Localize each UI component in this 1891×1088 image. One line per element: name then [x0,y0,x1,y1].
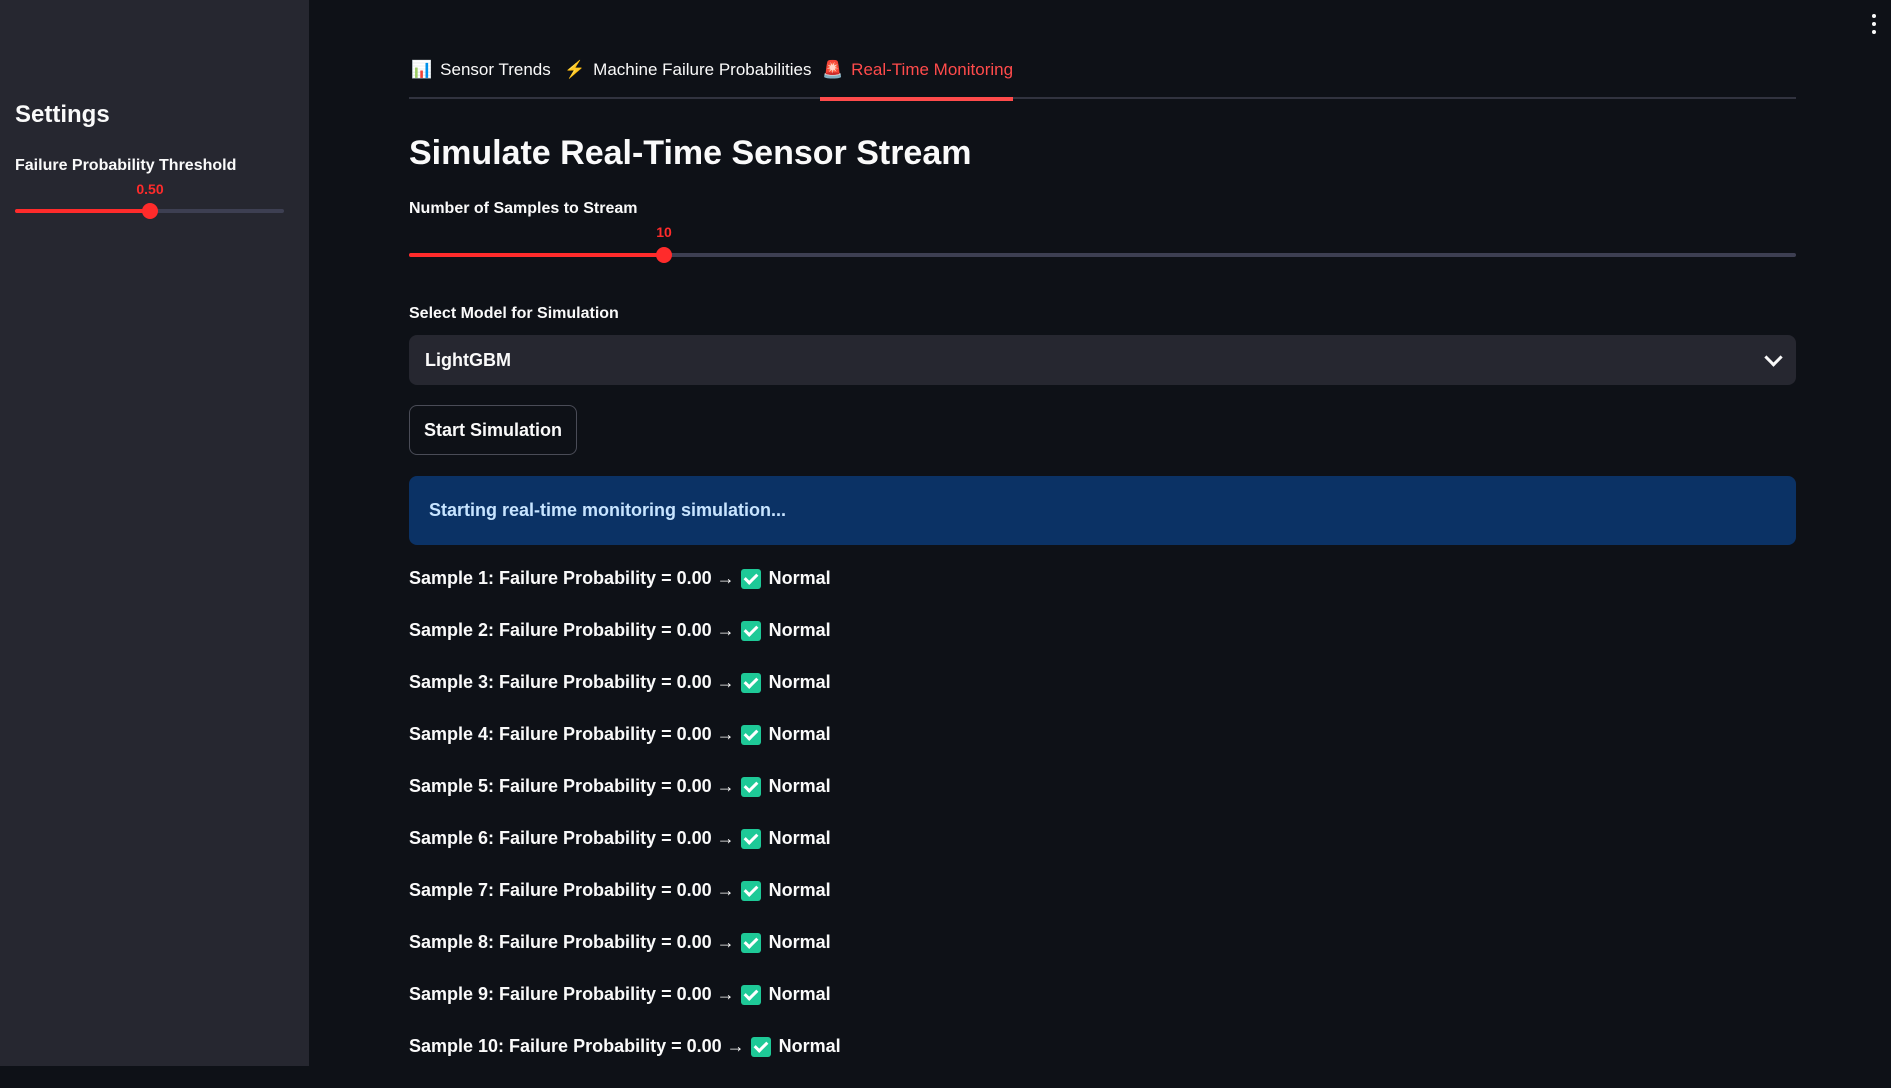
tab-label: Real-Time Monitoring [851,60,1014,79]
arrow-right-icon: → [716,724,735,744]
siren-icon: 🚨 [822,60,844,79]
check-mark-icon [740,829,761,849]
samples-slider-thumb[interactable] [656,247,672,263]
sample-row: Sample 8: Failure Probability = 0.00 → Nor… [409,932,841,984]
sample-text: Sample 9: Failure Probability = 0.00 [409,984,712,1004]
sidebar: Settings Failure Probability Threshold 0… [0,0,309,1066]
arrow-right-icon: → [716,672,735,692]
sample-status: Normal [768,932,831,952]
check-mark-icon [740,933,761,953]
threshold-slider[interactable]: 0.50 [15,181,284,219]
check-mark-icon [740,621,761,641]
sample-row: Sample 7: Failure Probability = 0.00 → Nor… [409,880,841,932]
sample-text: Sample 3: Failure Probability = 0.00 [409,672,712,692]
model-select[interactable]: LightGBM [409,335,1796,385]
sample-status: Normal [768,724,831,744]
check-mark-icon [740,673,761,693]
sample-status: Normal [768,672,831,692]
arrow-right-icon: → [716,568,735,588]
model-label: Select Model for Simulation [409,305,619,322]
tab-label: Machine Failure Probabilities [593,60,812,79]
tab-bar: 📊 Sensor Trends ⚡ Machine Failure Probab… [409,55,1796,101]
bar-chart-icon: 📊 [411,60,433,79]
sample-status: Normal [778,1036,841,1056]
sidebar-title: Settings [15,101,110,128]
sample-status: Normal [768,568,831,588]
arrow-right-icon: → [716,828,735,848]
check-mark-icon [740,569,761,589]
threshold-slider-track[interactable] [15,203,284,219]
model-select-value: LightGBM [425,349,511,370]
check-mark-icon [750,1037,771,1057]
start-simulation-button[interactable]: Start Simulation [409,405,577,455]
sample-text: Sample 4: Failure Probability = 0.00 [409,724,712,744]
sample-row: Sample 1: Failure Probability = 0.00 → Nor… [409,568,841,620]
arrow-right-icon: → [716,620,735,640]
threshold-slider-fill [15,209,150,213]
check-mark-icon [740,985,761,1005]
sample-status: Normal [768,880,831,900]
page-title: Simulate Real-Time Sensor Stream [409,134,972,172]
arrow-right-icon: → [726,1036,745,1056]
sample-text: Sample 5: Failure Probability = 0.00 [409,776,712,796]
sample-status: Normal [768,828,831,848]
tab-real-time-monitoring[interactable]: 🚨 Real-Time Monitoring [819,60,1014,101]
samples-slider-fill [409,253,664,257]
samples-slider[interactable]: 10 [409,224,1796,263]
chevron-down-icon [1764,347,1783,367]
threshold-slider-value: 0.50 [136,181,164,197]
check-mark-icon [740,725,761,745]
sample-text: Sample 1: Failure Probability = 0.00 [409,568,712,588]
sample-status: Normal [768,620,831,640]
threshold-slider-thumb[interactable] [142,203,158,219]
sample-row: Sample 4: Failure Probability = 0.00 → Nor… [409,724,841,776]
sample-row: Sample 3: Failure Probability = 0.00 → Nor… [409,672,841,724]
main-menu-icon[interactable] [1871,14,1877,38]
sample-row: Sample 5: Failure Probability = 0.00 → Nor… [409,776,841,828]
sample-text: Sample 8: Failure Probability = 0.00 [409,932,712,952]
sample-row: Sample 2: Failure Probability = 0.00 → Nor… [409,620,841,672]
threshold-label: Failure Probability Threshold [15,157,237,174]
sample-text: Sample 6: Failure Probability = 0.00 [409,828,712,848]
samples-slider-track[interactable] [409,247,1796,263]
sample-row: Sample 6: Failure Probability = 0.00 → Nor… [409,828,841,880]
arrow-right-icon: → [716,984,735,1004]
sample-text: Sample 10: Failure Probability = 0.00 [409,1036,722,1056]
sample-text: Sample 7: Failure Probability = 0.00 [409,880,712,900]
sample-results-list: Sample 1: Failure Probability = 0.00 → Nor… [409,568,841,1088]
info-message: Starting real-time monitoring simulation… [429,500,787,520]
tab-machine-failure-probabilities[interactable]: ⚡ Machine Failure Probabilities [564,60,811,97]
sample-row: Sample 10: Failure Probability = 0.00 → No… [409,1036,841,1088]
tab-sensor-trends[interactable]: 📊 Sensor Trends [411,60,551,97]
sample-status: Normal [768,984,831,1004]
lightning-icon: ⚡ [564,60,586,79]
samples-slider-value: 10 [656,224,672,240]
tab-label: Sensor Trends [440,60,551,79]
arrow-right-icon: → [716,932,735,952]
sample-row: Sample 9: Failure Probability = 0.00 → Nor… [409,984,841,1036]
check-mark-icon [740,777,761,797]
info-alert: Starting real-time monitoring simulation… [409,476,1796,545]
arrow-right-icon: → [716,880,735,900]
sample-status: Normal [768,776,831,796]
samples-label: Number of Samples to Stream [409,200,638,217]
sample-text: Sample 2: Failure Probability = 0.00 [409,620,712,640]
arrow-right-icon: → [716,776,735,796]
check-mark-icon [740,881,761,901]
